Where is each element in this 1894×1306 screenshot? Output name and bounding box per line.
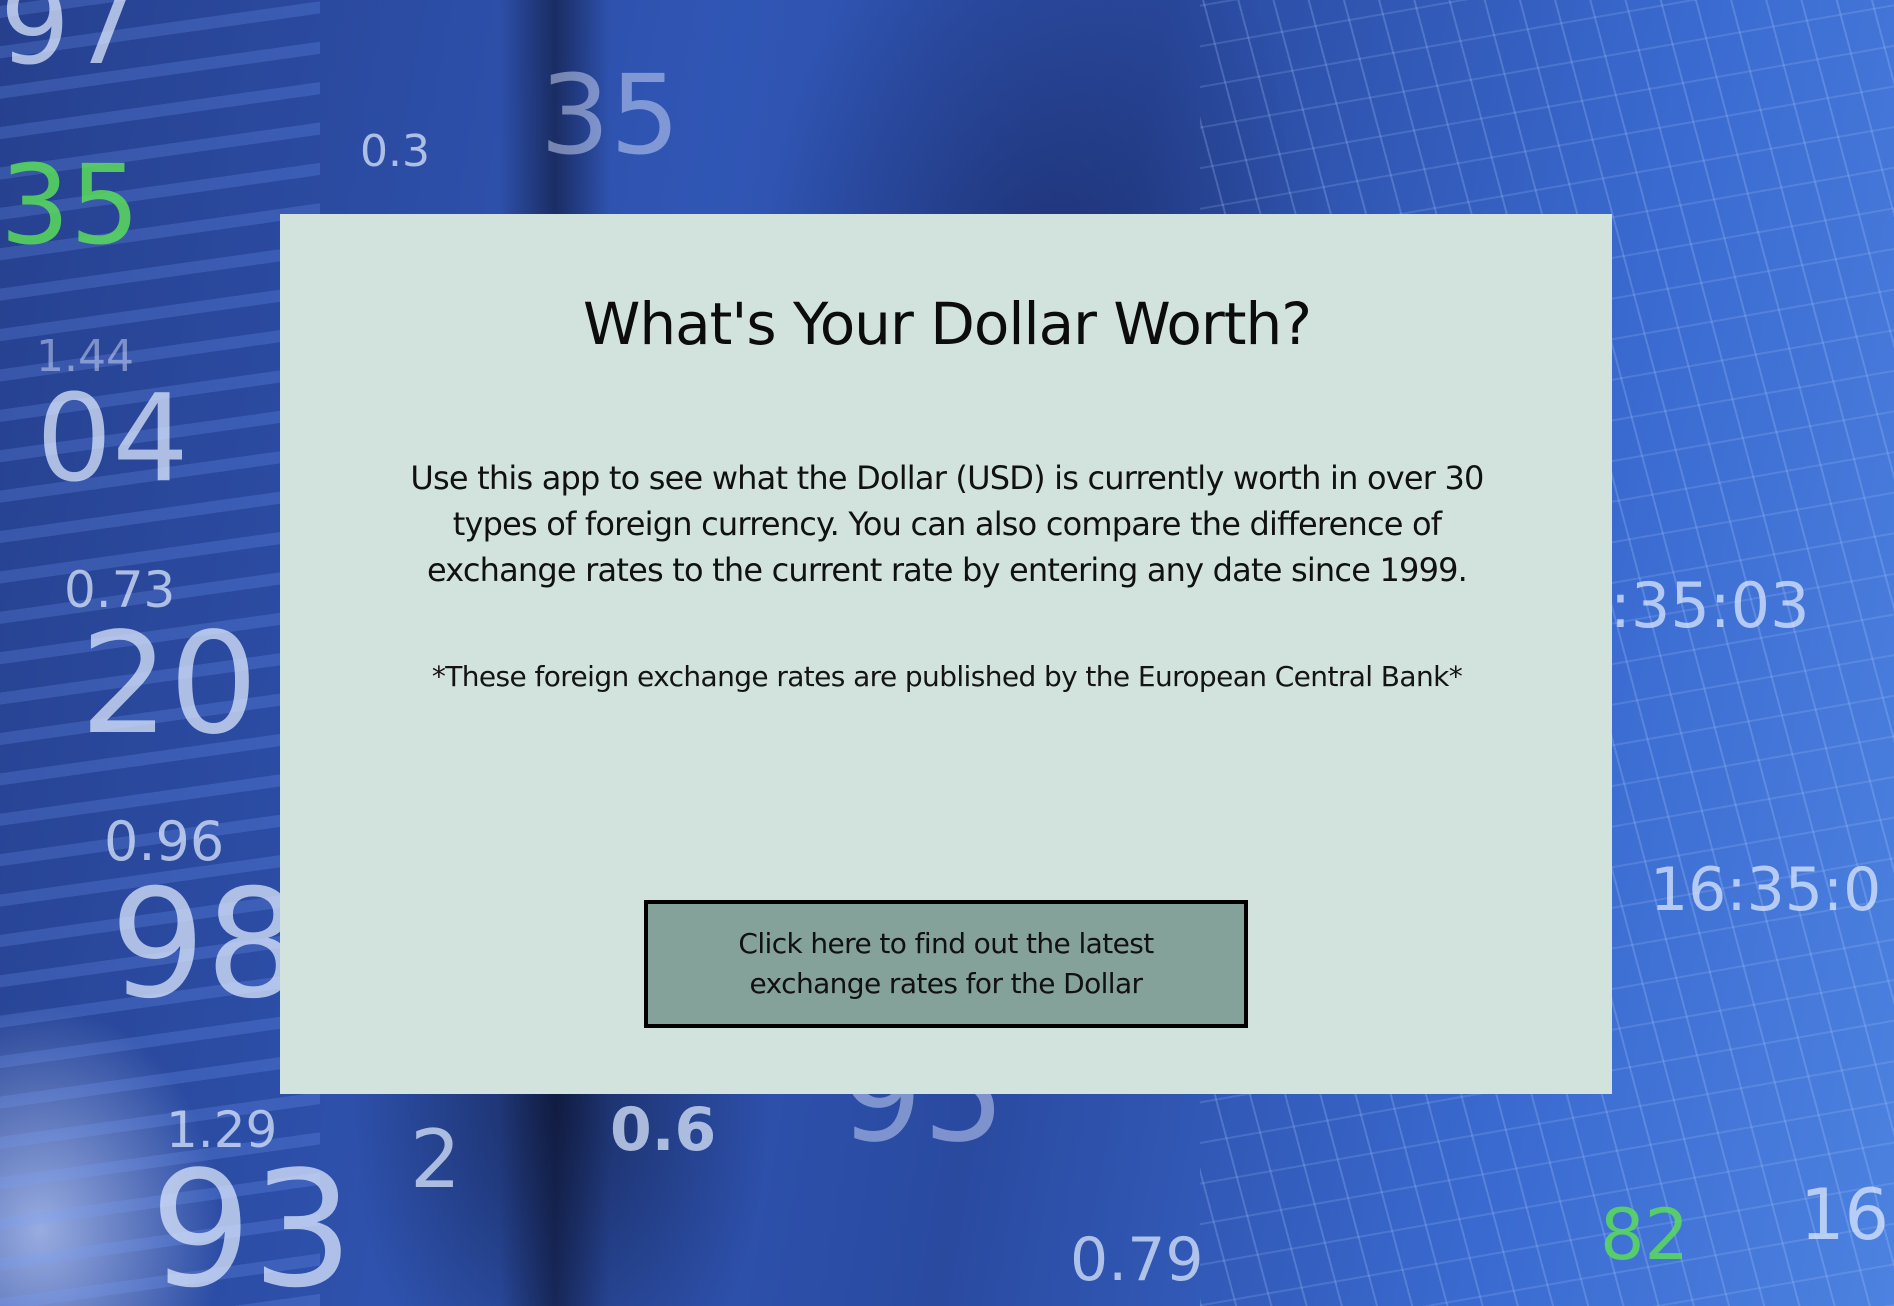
- ticker-number: 93: [150, 1136, 354, 1306]
- ticker-number: 2: [410, 1113, 461, 1206]
- ticker-number: 20: [80, 603, 259, 766]
- ticker-number: 0.79: [1070, 1225, 1204, 1295]
- ticker-number: 82: [1600, 1194, 1690, 1276]
- app-description: Use this app to see what the Dollar (USD…: [410, 459, 1484, 589]
- ticker-number: 04: [36, 370, 189, 509]
- page-title: What's Your Dollar Worth?: [582, 290, 1312, 358]
- latest-rates-button[interactable]: Click here to find out the latest exchan…: [644, 900, 1248, 1028]
- ticker-number: 16: [1800, 1174, 1890, 1256]
- ticker-number: 0.6: [610, 1095, 717, 1165]
- ticker-number: 35: [540, 51, 680, 179]
- ticker-number: 16:35:0: [1650, 855, 1882, 925]
- ticker-number: 35: [0, 141, 140, 269]
- ticker-number: 97: [0, 0, 140, 89]
- data-source-note: *These foreign exchange rates are publis…: [431, 660, 1463, 693]
- ticker-number: 0.3: [360, 126, 430, 177]
- ticker-number: 98: [110, 858, 301, 1032]
- latest-rates-button-label: Click here to find out the latest exchan…: [738, 927, 1154, 1000]
- ticker-number: :35:03: [1610, 569, 1810, 642]
